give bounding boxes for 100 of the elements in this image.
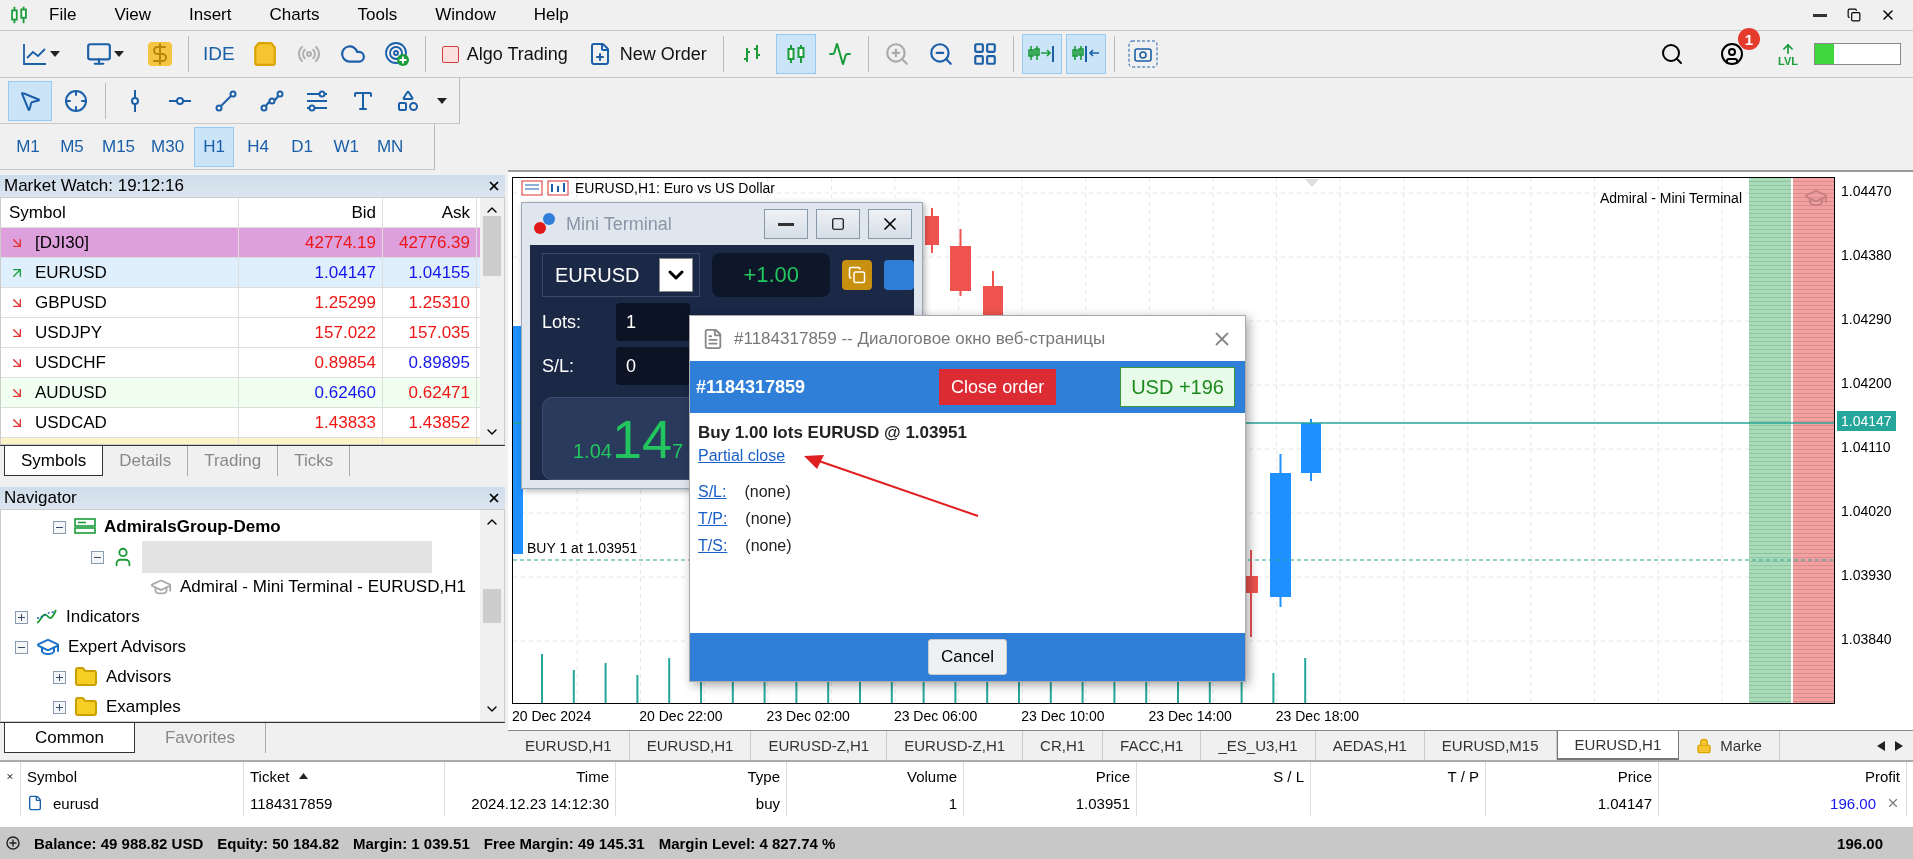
column-header[interactable]: Time xyxy=(576,767,609,785)
algo-trading-button[interactable]: Algo Trading xyxy=(433,34,576,74)
chart-shift-button[interactable] xyxy=(1065,34,1106,74)
camera-icon xyxy=(1127,40,1158,68)
input-field[interactable]: 1 xyxy=(616,303,690,341)
menu-item[interactable]: Help xyxy=(514,5,588,25)
drawing-tool-button[interactable] xyxy=(8,80,52,121)
column-header[interactable]: Symbol xyxy=(27,767,78,785)
scroll-right-icon[interactable] xyxy=(1895,740,1903,751)
partial-close-link[interactable]: Partial close xyxy=(698,447,786,465)
column-header[interactable]: Symbol xyxy=(9,202,66,223)
tree-item[interactable]: Examples xyxy=(106,697,181,717)
volume-bar xyxy=(604,663,607,703)
column-header[interactable]: Volume xyxy=(906,767,957,785)
symbol-row[interactable]: USDCHF 0.89854 0.89895 xyxy=(1,348,480,378)
column-header[interactable]: Ticket xyxy=(250,767,290,785)
tree-item[interactable]: AdmiralsGroup-Demo xyxy=(104,517,281,537)
timeframe-button[interactable]: M1 xyxy=(8,126,48,167)
maximize-icon xyxy=(831,217,845,231)
symbol-row[interactable]: USDCAD 1.43833 1.43852 xyxy=(1,408,480,438)
timeframe-button[interactable]: D1 xyxy=(282,126,323,167)
minimize-button[interactable] xyxy=(764,209,808,239)
scroll-left-icon[interactable] xyxy=(1877,740,1885,751)
level-value: (none) xyxy=(745,510,792,528)
timeframe-button[interactable]: M5 xyxy=(52,126,92,167)
timeframe-button[interactable]: M30 xyxy=(145,126,191,167)
column-header[interactable]: Profit xyxy=(1865,767,1900,785)
menu-item[interactable]: View xyxy=(95,5,170,25)
symbol-name: USDJPY xyxy=(35,322,103,343)
level-link[interactable]: T/S: xyxy=(698,537,728,555)
panel-tab[interactable]: Symbols xyxy=(4,446,104,476)
server-icon xyxy=(74,518,96,536)
close-order-button[interactable]: Close order xyxy=(939,369,1057,405)
tree-item[interactable]: Expert Advisors xyxy=(68,637,187,657)
column-header[interactable]: Ask xyxy=(441,202,470,223)
symbol-name: EURUSD xyxy=(35,262,107,283)
column-header[interactable]: Type xyxy=(747,767,780,785)
close-icon[interactable] xyxy=(487,491,501,505)
panel-title: Market Watch: 19:12:16 xyxy=(4,176,184,196)
level-link[interactable]: T/P: xyxy=(698,510,728,528)
scrollbar-thumb[interactable] xyxy=(483,588,501,623)
symbol-row[interactable]: AUDUSD 0.62460 0.62471 xyxy=(1,378,480,408)
expand-toggle[interactable] xyxy=(53,520,66,534)
chart-tab[interactable]: EURUSD,H1 xyxy=(1556,731,1680,760)
menu-item[interactable]: File xyxy=(30,5,96,25)
menu-item[interactable]: Window xyxy=(416,5,515,25)
symbol-row[interactable]: GBPUSD 1.25299 1.25310 xyxy=(1,288,480,318)
menu-item[interactable]: Tools xyxy=(338,5,417,25)
candle xyxy=(950,228,971,297)
monitor-icon xyxy=(86,41,112,67)
expand-toggle[interactable] xyxy=(53,700,66,714)
timeframe-button[interactable]: M15 xyxy=(96,126,142,167)
close-icon[interactable] xyxy=(487,179,501,193)
candle xyxy=(925,207,939,254)
price-axis-label: 1.04200 xyxy=(1841,375,1892,391)
expand-toggle[interactable] xyxy=(15,640,28,654)
column-header[interactable]: Price xyxy=(1095,767,1130,785)
column-header[interactable]: Bid xyxy=(351,202,376,223)
expand-icon[interactable] xyxy=(6,836,20,850)
field-label: S/L: xyxy=(542,355,576,377)
volume-bar xyxy=(1304,658,1307,703)
ide-button[interactable]: IDE xyxy=(197,34,241,74)
timeframe-button[interactable]: W1 xyxy=(326,126,367,167)
tree-item[interactable]: Admiral - Mini Terminal - EURUSD,H1 xyxy=(180,577,466,597)
scrollbar-thumb[interactable] xyxy=(483,216,501,276)
scrollbar[interactable] xyxy=(480,510,504,721)
line-icon xyxy=(827,42,852,66)
column-header[interactable]: T / P xyxy=(1447,767,1479,785)
symbol-row[interactable]: USDJPY 157.022 157.035 xyxy=(1,318,480,348)
bid-price: 0.62460 xyxy=(314,382,376,403)
copy-button[interactable] xyxy=(842,260,872,290)
scrollbar[interactable] xyxy=(480,198,504,444)
expand-toggle[interactable] xyxy=(15,610,28,624)
column-header[interactable]: Price xyxy=(1617,767,1652,785)
caret-icon xyxy=(114,51,124,57)
expand-toggle[interactable] xyxy=(91,550,104,564)
column-header[interactable]: S / L xyxy=(1273,767,1304,785)
tree-item[interactable]: Indicators xyxy=(66,607,140,627)
panel-tab[interactable]: Common xyxy=(4,723,135,753)
symbol-row[interactable]: EURUSD 1.04147 1.04155 xyxy=(1,258,480,288)
maximize-button[interactable] xyxy=(816,209,860,239)
timeframe-button[interactable]: H4 xyxy=(238,126,279,167)
autoscroll-button[interactable] xyxy=(1021,34,1062,74)
close-button[interactable] xyxy=(868,209,912,239)
tree-item[interactable]: Advisors xyxy=(106,667,172,687)
timeframe-button[interactable]: MN xyxy=(370,126,411,167)
timeframe-button[interactable]: H1 xyxy=(194,126,235,167)
symbol-row[interactable]: [DJI30] 42774.19 42776.39 xyxy=(1,228,480,258)
minimize-icon xyxy=(778,222,794,226)
input-field[interactable]: 0 xyxy=(616,347,690,385)
ticket-number: #1184317859 xyxy=(696,376,806,398)
menu-item[interactable]: Insert xyxy=(169,5,251,25)
menu-item[interactable]: Charts xyxy=(250,5,339,25)
level-link[interactable]: S/L: xyxy=(698,483,727,501)
new-order-button[interactable]: New Order xyxy=(579,34,715,74)
chart-type-button[interactable] xyxy=(775,34,816,74)
expand-toggle[interactable] xyxy=(53,670,66,684)
symbol-select[interactable]: EURUSD xyxy=(542,253,701,297)
cancel-button[interactable]: Cancel xyxy=(928,639,1007,675)
volume-bar xyxy=(668,658,671,703)
